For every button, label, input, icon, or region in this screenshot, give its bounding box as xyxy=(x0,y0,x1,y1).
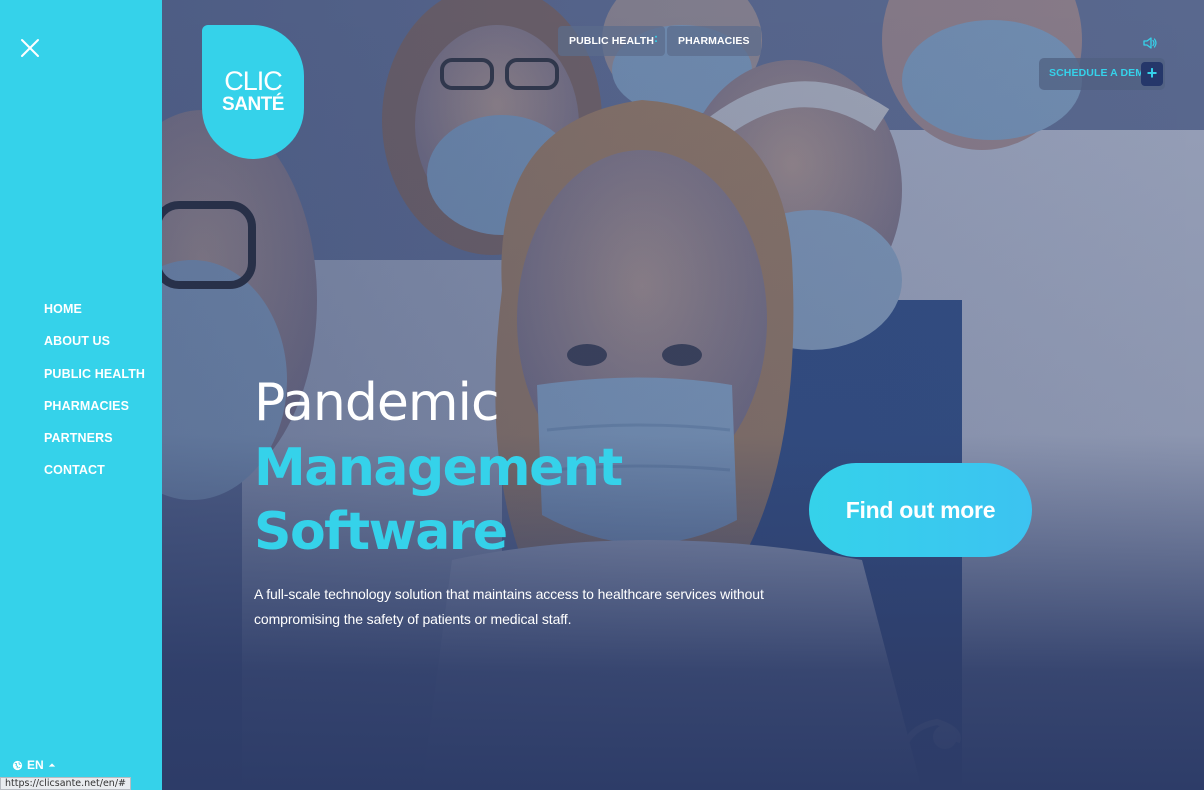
status-bar-url: https://clicsante.net/en/# xyxy=(0,777,131,790)
sound-toggle-button[interactable] xyxy=(1142,35,1158,51)
globe-icon xyxy=(12,760,23,770)
logo-text-sante: SANTÉ xyxy=(222,94,284,115)
hero-headline: Pandemic Management Software xyxy=(254,370,623,564)
nav-item-public-health: PUBLIC HEALTH xyxy=(44,365,145,397)
caret-up-icon xyxy=(48,763,55,767)
nav-link-about-us[interactable]: ABOUT US xyxy=(44,332,110,350)
nav-link-public-health[interactable]: PUBLIC HEALTH xyxy=(44,365,145,383)
schedule-demo-label[interactable]: SCHEDULE A DEMO xyxy=(1049,67,1152,79)
headline-line-software: Software xyxy=(254,502,508,562)
tab-public-health[interactable]: PUBLIC HEALTH xyxy=(558,26,666,56)
hero-section: CLIC SANTÉ PUBLIC HEALTH : PHARMACIES SC… xyxy=(162,0,1204,790)
clic-sante-logo[interactable]: CLIC SANTÉ xyxy=(202,25,304,159)
nav-item-contact: CONTACT xyxy=(44,461,145,493)
headline-line-management: Management xyxy=(254,438,623,498)
main-nav: HOME ABOUT US PUBLIC HEALTH PHARMACIES P… xyxy=(44,300,145,494)
nav-item-partners: PARTNERS xyxy=(44,429,145,461)
logo-text-clic: CLIC xyxy=(224,66,283,96)
headline-line-pandemic: Pandemic xyxy=(254,373,500,433)
language-selector[interactable]: EN xyxy=(12,758,56,772)
close-icon xyxy=(21,39,39,57)
find-out-more-button[interactable]: Find out more xyxy=(809,463,1032,557)
nav-item-pharmacies: PHARMACIES xyxy=(44,397,145,429)
nav-link-pharmacies[interactable]: PHARMACIES xyxy=(44,397,129,415)
nav-link-home[interactable]: HOME xyxy=(44,300,82,318)
close-menu-button[interactable] xyxy=(18,36,42,60)
language-label: EN xyxy=(27,758,44,772)
nav-link-partners[interactable]: PARTNERS xyxy=(44,429,113,447)
schedule-demo-button[interactable]: SCHEDULE A DEMO + xyxy=(1039,58,1165,90)
nav-item-about-us: ABOUT US xyxy=(44,332,145,364)
tab-separator: : xyxy=(654,31,658,45)
hero-subheading: A full-scale technology solution that ma… xyxy=(254,586,764,627)
nav-link-contact[interactable]: CONTACT xyxy=(44,461,105,479)
speaker-icon xyxy=(1143,37,1157,49)
sidebar-menu: HOME ABOUT US PUBLIC HEALTH PHARMACIES P… xyxy=(0,0,162,790)
nav-item-home: HOME xyxy=(44,300,145,332)
tab-pharmacies[interactable]: PHARMACIES xyxy=(667,26,761,56)
plus-icon[interactable]: + xyxy=(1141,62,1163,86)
